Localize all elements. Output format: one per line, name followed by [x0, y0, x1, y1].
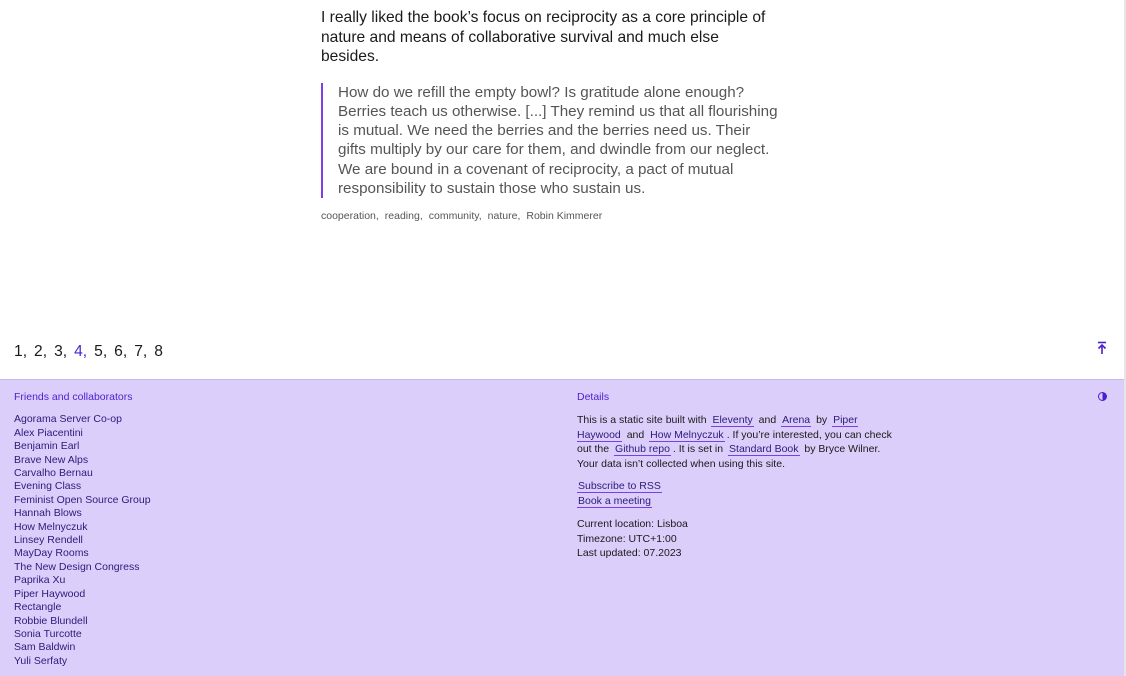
friend-link[interactable]: Linsey Rendell	[14, 534, 314, 547]
page: I really liked the book’s focus on recip…	[0, 0, 1126, 676]
page-link-2[interactable]: 2	[34, 343, 47, 361]
friend-link[interactable]: Benjamin Earl	[14, 440, 314, 453]
page-link-4-current[interactable]: 4	[74, 343, 87, 361]
github-repo-link[interactable]: Github repo	[614, 443, 671, 457]
friend-link[interactable]: Paprika Xu	[14, 574, 314, 587]
friend-link[interactable]: Sam Baldwin	[14, 641, 314, 654]
friend-link[interactable]: Agorama Server Co-op	[14, 413, 314, 426]
friends-heading: Friends and collaborators	[14, 391, 133, 403]
subscribe-rss-link[interactable]: Subscribe to RSS	[577, 480, 662, 494]
details-text: This is a static site built with	[577, 414, 707, 427]
tag-link[interactable]: reading	[385, 210, 423, 222]
book-meeting-link[interactable]: Book a meeting	[577, 494, 652, 508]
friend-link[interactable]: Sonia Turcotte	[14, 628, 314, 641]
details-text: . It is set in	[672, 443, 724, 456]
tag-link[interactable]: cooperation	[321, 210, 379, 222]
page-link-7[interactable]: 7	[134, 343, 147, 361]
friend-link[interactable]: Robbie Blundell	[14, 615, 314, 628]
arrow-up-to-top-icon[interactable]	[1096, 341, 1108, 355]
timezone: Timezone: UTC+1:00	[577, 532, 677, 545]
friend-link[interactable]: Yuli Serfaty	[14, 655, 314, 668]
tag-link[interactable]: nature	[488, 210, 521, 222]
page-link-6[interactable]: 6	[114, 343, 127, 361]
standard-book-link[interactable]: Standard Book	[728, 443, 800, 457]
how-melnyczuk-link[interactable]: How Melnyczuk	[649, 428, 725, 442]
eleventy-link[interactable]: Eleventy	[711, 414, 754, 428]
friend-link[interactable]: MayDay Rooms	[14, 547, 314, 560]
friend-link[interactable]: The New Design Congress	[14, 561, 314, 574]
current-location: Current location: Lisboa	[577, 518, 688, 531]
last-updated: Last updated: 07.2023	[577, 547, 682, 560]
site-meta: Current location: Lisboa Timezone: UTC+1…	[577, 517, 897, 561]
details-text: and	[758, 414, 777, 427]
half-circle-contrast-icon[interactable]	[1098, 392, 1107, 401]
article: I really liked the book’s focus on recip…	[321, 8, 781, 222]
friend-link[interactable]: Feminist Open Source Group	[14, 494, 314, 507]
friend-link[interactable]: Evening Class	[14, 480, 314, 493]
friend-link[interactable]: Alex Piacentini	[14, 427, 314, 440]
page-link-8[interactable]: 8	[154, 343, 163, 361]
friend-link[interactable]: How Melnyczuk	[14, 521, 314, 534]
tag-link[interactable]: Robin Kimmerer	[526, 210, 602, 222]
arena-link[interactable]: Arena	[781, 414, 812, 428]
details-text: and	[626, 428, 645, 441]
friends-section: Friends and collaborators Agorama Server…	[14, 391, 314, 668]
pagination: 1 2 3 4 5 6 7 8	[14, 343, 170, 361]
details-section: Details This is a static site built with…	[577, 391, 897, 561]
article-lead-text: I really liked the book’s focus on recip…	[321, 9, 766, 65]
action-links: Subscribe to RSS Book a meeting	[577, 480, 897, 508]
book-quote: How do we refill the empty bowl? Is grat…	[321, 82, 781, 199]
details-paragraph: This is a static site built with Elevent…	[577, 413, 897, 471]
page-link-3[interactable]: 3	[54, 343, 67, 361]
friend-link[interactable]: Hannah Blows	[14, 507, 314, 520]
details-heading: Details	[577, 391, 610, 403]
friend-link[interactable]: Rectangle	[14, 601, 314, 614]
friend-link[interactable]: Brave New Alps	[14, 454, 314, 467]
details-text: by	[816, 414, 828, 427]
tag-list: cooperation reading community nature Rob…	[321, 210, 781, 222]
site-footer: Friends and collaborators Agorama Server…	[0, 379, 1124, 676]
page-link-1[interactable]: 1	[14, 343, 27, 361]
friend-link[interactable]: Carvalho Bernau	[14, 467, 314, 480]
page-link-5[interactable]: 5	[94, 343, 107, 361]
friends-list: Agorama Server Co-op Alex Piacentini Ben…	[14, 413, 314, 668]
friend-link[interactable]: Piper Haywood	[14, 588, 314, 601]
tag-link[interactable]: community	[429, 210, 482, 222]
